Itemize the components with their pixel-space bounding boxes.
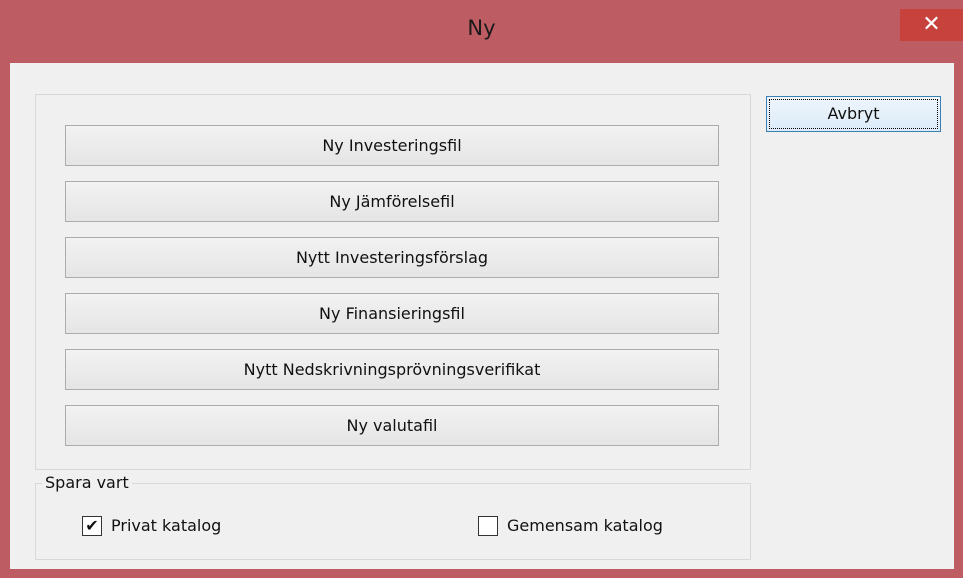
private-folder-option[interactable]: ✔ Privat katalog <box>82 513 282 539</box>
new-comparison-file-button[interactable]: Ny Jämförelsefil <box>65 181 719 222</box>
shared-folder-checkbox[interactable] <box>478 516 498 536</box>
private-folder-label: Privat katalog <box>111 516 222 535</box>
new-financing-file-button[interactable]: Ny Finansieringsfil <box>65 293 719 334</box>
checkbox-empty-icon <box>479 517 497 535</box>
title-bar[interactable]: Ny ✕ <box>0 0 963 63</box>
shared-folder-label: Gemensam katalog <box>507 516 663 535</box>
window-title: Ny <box>467 16 496 40</box>
new-investment-file-button[interactable]: Ny Investeringsfil <box>65 125 719 166</box>
dialog-window: Ny ✕ Ny Investeringsfil Ny Jämförelsefil… <box>0 0 963 578</box>
shared-folder-option[interactable]: Gemensam katalog <box>478 513 718 539</box>
private-folder-checkbox[interactable]: ✔ <box>82 516 102 536</box>
new-investment-proposal-button[interactable]: Nytt Investeringsförslag <box>65 237 719 278</box>
close-button[interactable]: ✕ <box>900 9 963 41</box>
close-icon: ✕ <box>922 12 941 37</box>
checkmark-icon: ✔ <box>85 516 99 535</box>
save-location-label: Spara vart <box>42 473 132 493</box>
dialog-content: Ny Investeringsfil Ny Jämförelsefil Nytt… <box>10 63 954 569</box>
new-currency-file-button[interactable]: Ny valutafil <box>65 405 719 446</box>
new-impairment-test-verification-button[interactable]: Nytt Nedskrivningsprövningsverifikat <box>65 349 719 390</box>
focus-rectangle <box>769 99 938 129</box>
cancel-button[interactable]: Avbryt <box>766 96 941 132</box>
